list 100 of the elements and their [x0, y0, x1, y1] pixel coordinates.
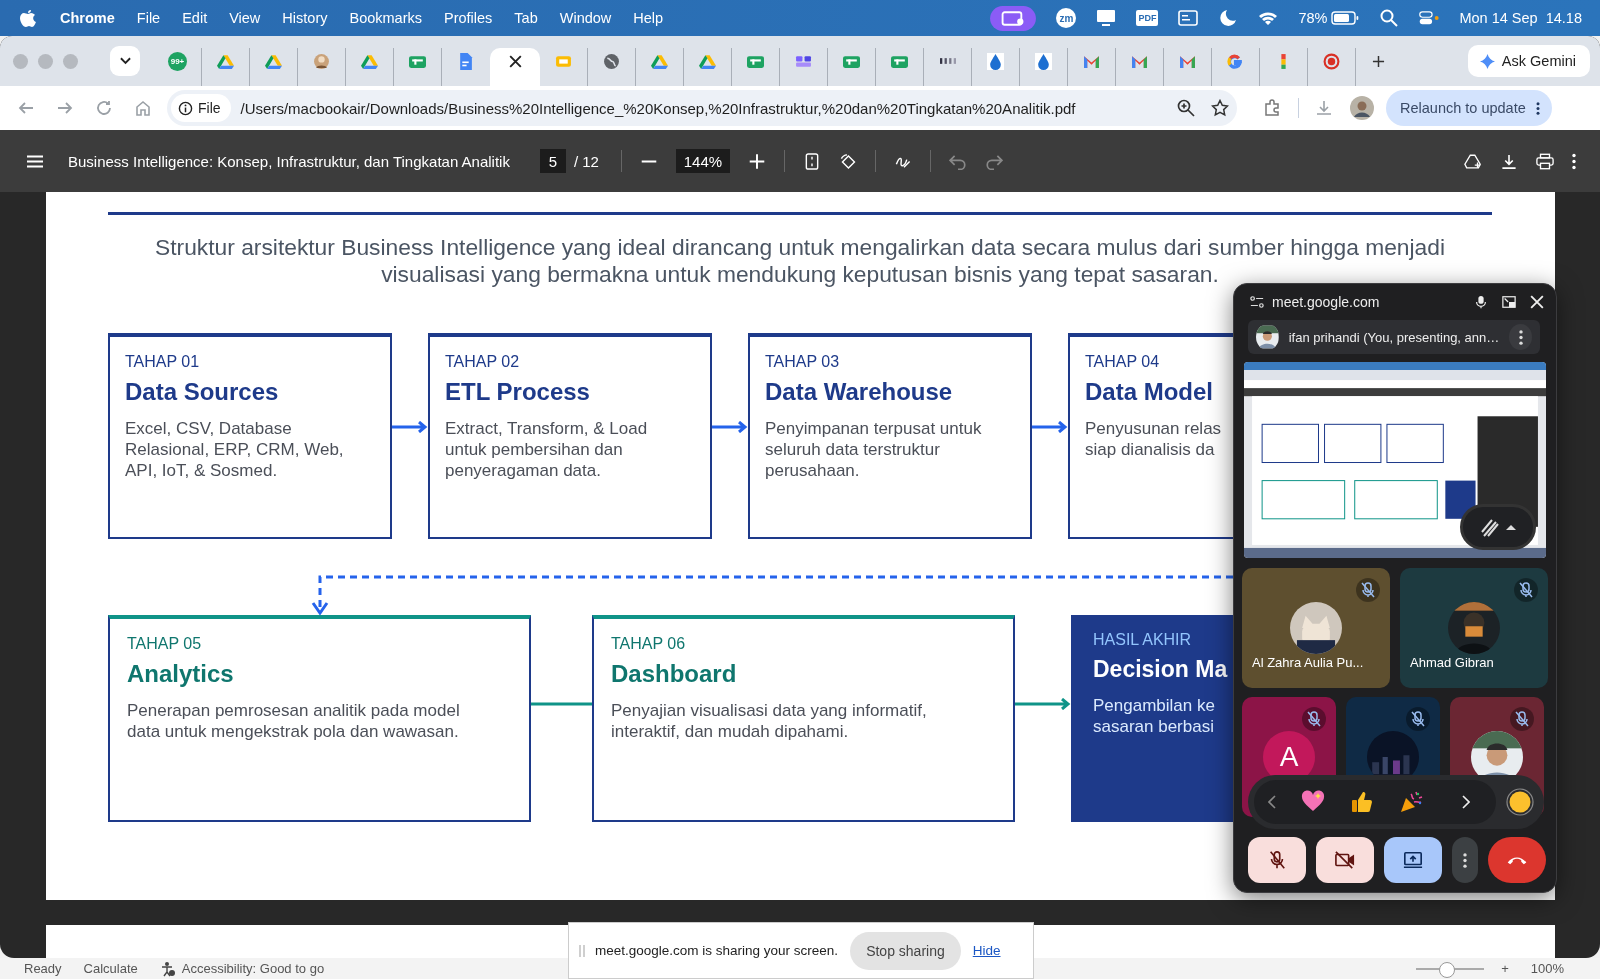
- ask-gemini-button[interactable]: Ask Gemini: [1467, 45, 1590, 77]
- close-icon[interactable]: [1530, 295, 1544, 309]
- battery-icon[interactable]: [1331, 11, 1360, 25]
- stage-description: Excel, CSV, Database Relasional, ERP, CRM, Web, API, IoT, & Sosmed.: [125, 418, 345, 481]
- participant-name: Al Zahra Aulia Pu...: [1252, 655, 1364, 670]
- extensions-icon[interactable]: [1263, 99, 1281, 117]
- camera-button[interactable]: [1316, 837, 1374, 883]
- menu-item[interactable]: Bookmarks: [349, 10, 422, 26]
- monitor-icon[interactable]: [1096, 9, 1117, 27]
- status-text: Ready: [24, 961, 62, 976]
- stage-title: Data Model: [1085, 378, 1214, 406]
- keyboard-icon[interactable]: [1178, 9, 1199, 27]
- zoom-icon[interactable]: [1177, 99, 1195, 117]
- print-icon[interactable]: [1536, 152, 1554, 170]
- present-screen-icon: [1402, 850, 1424, 870]
- triangle-logo-icon: [361, 52, 378, 70]
- participant-name: Ahmad Gibran: [1410, 655, 1494, 670]
- menu-item[interactable]: Help: [633, 10, 664, 26]
- stage-title: ETL Process: [445, 378, 591, 406]
- control-center-icon[interactable]: [1419, 9, 1440, 27]
- skin-tone-icon[interactable]: [1506, 788, 1534, 816]
- end-call-button[interactable]: [1488, 837, 1546, 883]
- menu-item[interactable]: History: [282, 10, 328, 26]
- stage-description: Penyusunan relas siap dianalisis da: [1085, 418, 1223, 460]
- present-screen-button[interactable]: [1384, 837, 1442, 883]
- party-popper-icon[interactable]: [1399, 790, 1423, 814]
- microphone-button[interactable]: [1248, 837, 1306, 883]
- droplet-icon: [987, 52, 1004, 70]
- settings-icon[interactable]: [1250, 295, 1264, 309]
- home-icon[interactable]: [134, 99, 152, 117]
- stage-description: Penerapan pemrosesan analitik pada model data untuk mengekstrak pola dan wawasan.: [127, 700, 461, 742]
- more-icon[interactable]: [1572, 152, 1576, 170]
- stage-label: HASIL AKHIR: [1093, 631, 1193, 649]
- stage-label: TAHAP 03: [765, 353, 841, 371]
- sparkle-icon: [1479, 53, 1495, 69]
- pop-out-icon[interactable]: [1502, 295, 1516, 309]
- triangle-logo-icon: [265, 52, 282, 70]
- menu-item[interactable]: Edit: [182, 10, 208, 26]
- flow-arrow: [712, 421, 748, 433]
- bars-icon: [939, 58, 956, 64]
- pdf-app-icon[interactable]: PDF: [1136, 10, 1159, 26]
- heart-icon[interactable]: [1301, 790, 1325, 814]
- thumbs-up-icon[interactable]: [1350, 790, 1374, 814]
- stage-description: Penyimpanan terpusat untuk seluruh data terstruktur perusahaan.: [765, 418, 983, 481]
- menu-item[interactable]: Tab: [514, 10, 538, 26]
- stop-sharing-button[interactable]: Stop sharing: [850, 931, 961, 970]
- drive-add-icon[interactable]: [1464, 152, 1482, 170]
- participant-tile[interactable]: Ahmad Gibran: [1400, 568, 1548, 688]
- window-title: meet.google.com: [1272, 294, 1381, 310]
- zoom-percentage[interactable]: 100%: [1530, 961, 1564, 976]
- flow-arrow: [392, 421, 428, 433]
- accessibility-status[interactable]: Accessibility: Good to go: [181, 961, 325, 976]
- intro-paragraph: Struktur arsitektur Business Intelligence yang ideal dirancang untuk mengalirkan data secara mulus dari sumber hingga menjadi visualisasi yang bermakna untuk mendukung keputusan bisnis yang tepat sasaran.: [154, 234, 1446, 288]
- site-info-chip[interactable]: File: [171, 94, 231, 122]
- g-logo-icon: [1227, 52, 1244, 70]
- presenter-name: ifan prihandi (You, presenting, ann…: [1288, 329, 1500, 345]
- more-icon: [1463, 852, 1467, 868]
- menu-item[interactable]: File: [136, 10, 161, 26]
- more-options-button[interactable]: [1452, 837, 1478, 883]
- stage-description: Pengambilan ke sasaran berbasi: [1093, 695, 1216, 737]
- zoom-app-icon[interactable]: zm: [1056, 8, 1077, 28]
- profile-avatar[interactable]: [1350, 96, 1374, 120]
- chevron-right-icon[interactable]: [1462, 795, 1470, 809]
- address-field[interactable]: File /Users/macbookair/Downloads/Business%20Intelligence_%20Konsep,%20Infrastruktur,%20dan%20Tingkatan%20Analitik.pdf: [167, 90, 1237, 126]
- participant-tile[interactable]: Al Zahra Aulia Pu...: [1242, 568, 1390, 688]
- moon-icon[interactable]: [1218, 9, 1239, 27]
- zoom-level-field[interactable]: 144%: [675, 149, 730, 173]
- zoom-in-button[interactable]: +: [1501, 961, 1509, 976]
- reload-icon[interactable]: [95, 99, 113, 117]
- more-options-button[interactable]: [1509, 324, 1532, 350]
- app-menu[interactable]: Chrome: [60, 10, 115, 26]
- rotate-icon[interactable]: [838, 152, 857, 170]
- menu-item[interactable]: View: [229, 10, 261, 26]
- stage-title: Dashboard: [611, 660, 738, 688]
- stage-label: TAHAP 02: [445, 353, 521, 371]
- chevron-left-icon[interactable]: [1268, 795, 1276, 809]
- menu-item[interactable]: Profiles: [444, 10, 493, 26]
- bookmark-star-icon[interactable]: [1211, 99, 1229, 117]
- drag-handle-icon[interactable]: [579, 943, 585, 958]
- record-icon: [1323, 52, 1340, 70]
- search-icon[interactable]: [1379, 9, 1400, 27]
- screen-share-icon[interactable]: [990, 5, 1037, 31]
- page-number-field[interactable]: 5: [539, 149, 566, 173]
- new-tab-icon[interactable]: [1372, 54, 1385, 68]
- menu-item[interactable]: Window: [559, 10, 612, 26]
- slider-thumb[interactable]: [1439, 961, 1456, 978]
- download-icon[interactable]: [1500, 152, 1518, 170]
- stage-label: TAHAP 04: [1085, 353, 1161, 371]
- wifi-icon[interactable]: [1258, 9, 1279, 27]
- apple-icon[interactable]: [20, 9, 36, 27]
- browser-tab[interactable]: [490, 48, 540, 86]
- microphone-icon[interactable]: [1474, 295, 1488, 309]
- stage-description: Penyajian visualisasi data yang informatif, interaktif, dan mudah dipahami.: [611, 700, 928, 742]
- tab-search-button[interactable]: [110, 46, 140, 76]
- accessibility-icon[interactable]: [159, 960, 176, 977]
- camera-icon: [1334, 850, 1356, 870]
- hide-link[interactable]: Hide: [972, 943, 1001, 958]
- stage-label: TAHAP 01: [125, 353, 201, 371]
- zoom-in-icon[interactable]: [747, 152, 766, 170]
- relaunch-button[interactable]: Relaunch to update: [1386, 90, 1552, 126]
